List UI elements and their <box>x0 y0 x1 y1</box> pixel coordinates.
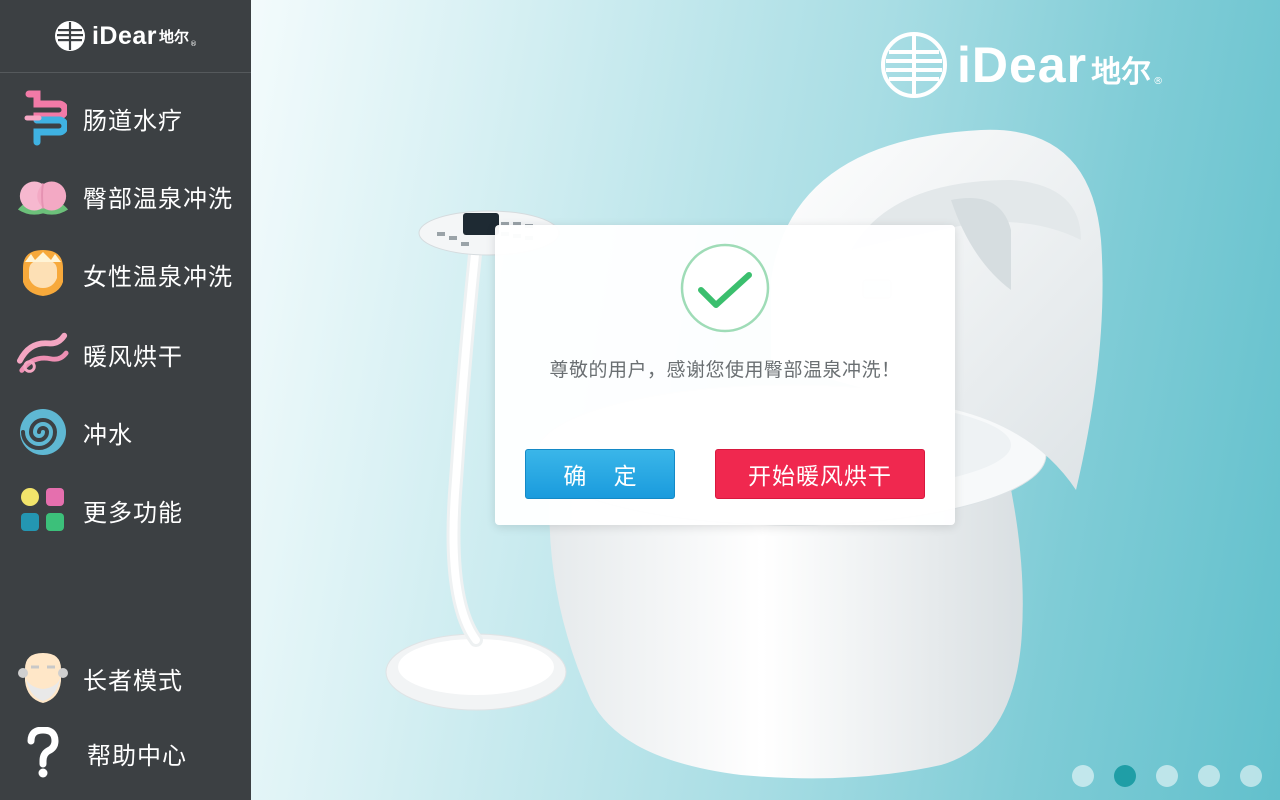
dialog-message: 尊敬的用户，感谢您使用臀部温泉冲洗！ <box>549 359 901 381</box>
sidebar-item-female-wash[interactable]: 女性温泉冲洗 <box>0 236 251 312</box>
main-brand-logo: iDear 地尔 ® <box>881 32 1163 98</box>
brand-mark: ® <box>1153 75 1164 87</box>
start-warm-dry-button[interactable]: 开始暖风烘干 <box>715 449 925 499</box>
sidebar-item-hip-wash[interactable]: 臀部温泉冲洗 <box>0 158 251 234</box>
sidebar-item-label: 臀部温泉冲洗 <box>83 184 233 213</box>
page-indicator <box>1072 765 1262 787</box>
page-dot-1[interactable] <box>1072 765 1094 787</box>
sidebar-item-colon-hydrotherapy[interactable]: 肠道水疗 <box>0 80 251 156</box>
swirl-icon <box>16 405 70 459</box>
sidebar-item-label: 肠道水疗 <box>83 106 183 135</box>
brand-logo-icon <box>881 32 947 98</box>
question-icon <box>16 726 70 780</box>
peach-icon <box>16 169 70 223</box>
page-dot-4[interactable] <box>1198 765 1220 787</box>
elder-face-icon <box>16 651 70 705</box>
sidebar-logo: iDear 地尔 ® <box>0 0 251 73</box>
grid-icon <box>16 483 70 537</box>
sidebar: iDear 地尔 ® 肠道水疗 臀部温泉冲洗 女性温泉冲洗 暖风烘干 冲水 更多… <box>0 0 251 800</box>
woman-face-icon <box>16 247 70 301</box>
check-circle-icon <box>680 243 770 333</box>
brand-wordmark: iDear <box>957 37 1088 93</box>
sidebar-item-label: 女性温泉冲洗 <box>83 262 233 291</box>
sidebar-item-label: 长者模式 <box>83 666 183 695</box>
sidebar-item-label: 更多功能 <box>83 498 183 527</box>
page-dot-5[interactable] <box>1240 765 1262 787</box>
page-dot-3[interactable] <box>1156 765 1178 787</box>
completion-dialog: 尊敬的用户，感谢您使用臀部温泉冲洗！ 确 定 开始暖风烘干 <box>495 225 955 525</box>
brand-chinese: 地尔 <box>159 27 190 46</box>
sidebar-item-label: 冲水 <box>83 420 133 449</box>
sidebar-item-more-functions[interactable]: 更多功能 <box>0 472 251 548</box>
sidebar-item-elder-mode[interactable]: 长者模式 <box>0 640 251 716</box>
brand-mark: ® <box>190 40 198 48</box>
warm-wind-icon <box>16 327 70 381</box>
brand-logo-icon <box>54 21 85 51</box>
sidebar-item-label: 帮助中心 <box>87 741 187 770</box>
sidebar-item-flush[interactable]: 冲水 <box>0 394 251 470</box>
sidebar-item-label: 暖风烘干 <box>83 342 183 371</box>
sidebar-item-help-center[interactable]: 帮助中心 <box>0 715 251 791</box>
sidebar-item-warm-dry[interactable]: 暖风烘干 <box>0 316 251 392</box>
page-dot-2[interactable] <box>1114 765 1136 787</box>
intestine-icon <box>16 90 70 146</box>
brand-chinese: 地尔 <box>1091 55 1152 90</box>
brand-wordmark: iDear <box>91 21 158 50</box>
confirm-button[interactable]: 确 定 <box>525 449 675 499</box>
